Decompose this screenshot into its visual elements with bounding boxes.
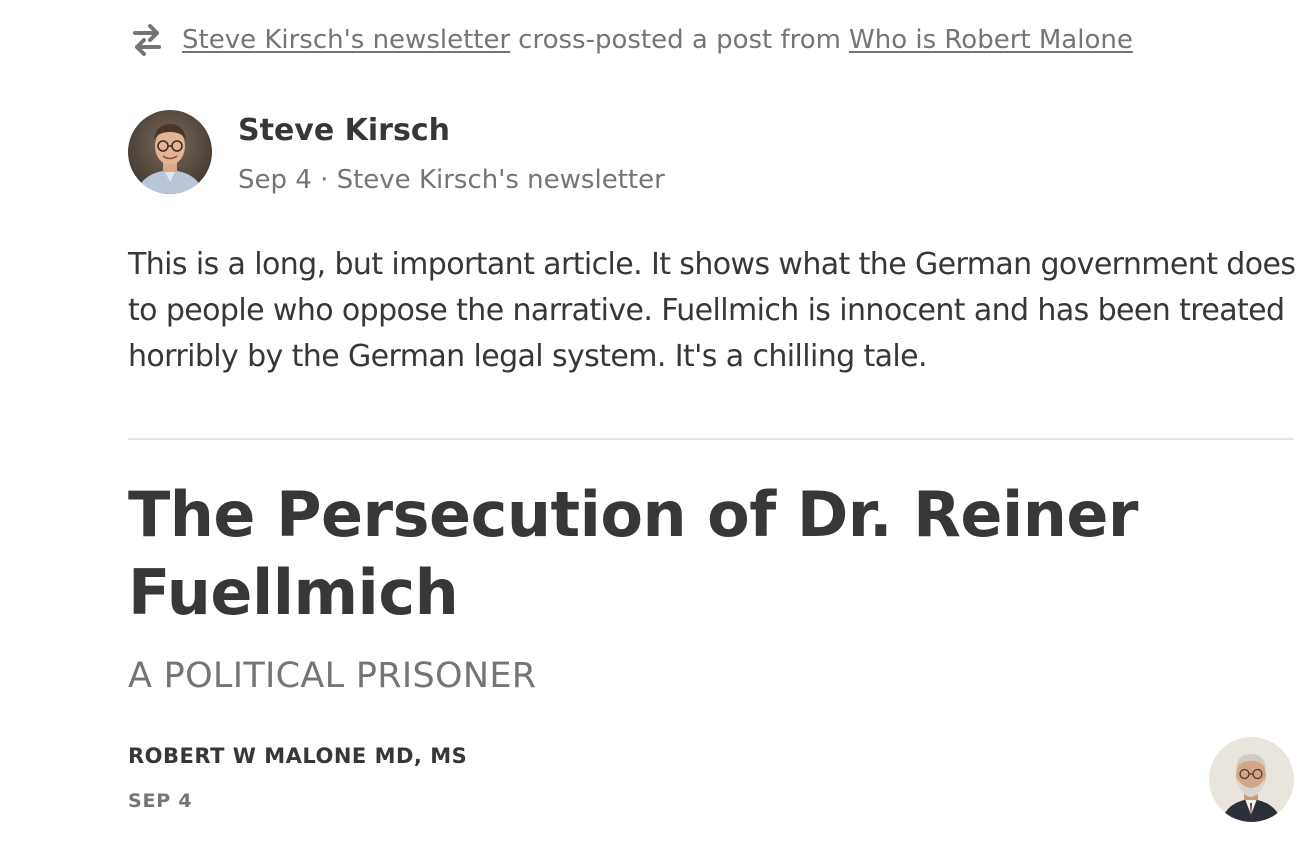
post-subtitle: A POLITICAL PRISONER (128, 656, 537, 696)
author-meta: Sep 4 · Steve Kirsch's newsletter (238, 165, 665, 195)
post-byline[interactable]: ROBERT W MALONE MD, MS (128, 744, 467, 768)
origin-publication-link[interactable]: Who is Robert Malone (849, 25, 1133, 55)
author-avatar[interactable] (128, 110, 212, 194)
post-author-avatar[interactable] (1209, 737, 1294, 822)
source-newsletter-link[interactable]: Steve Kirsch's newsletter (182, 25, 510, 55)
crosspost-text: cross-posted a post from (518, 25, 842, 55)
repost-arrows-icon (128, 21, 166, 59)
comment-body: This is a long, but important article. I… (128, 247, 1296, 374)
post-title[interactable]: The Persecution of Dr. Reiner Fuellmich (128, 476, 1178, 632)
crosspost-header: Steve Kirsch's newsletter cross-posted a… (128, 20, 1133, 60)
divider (128, 438, 1294, 440)
author-name[interactable]: Steve Kirsch (238, 113, 450, 148)
post-date: SEP 4 (128, 790, 193, 812)
page: Steve Kirsch's newsletter cross-posted a… (0, 0, 1305, 843)
